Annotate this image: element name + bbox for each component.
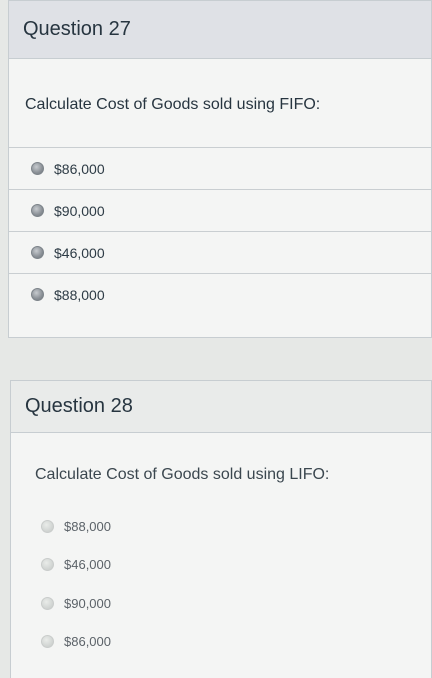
answer-option[interactable]: $86,000 — [11, 623, 431, 662]
answer-label: $46,000 — [54, 244, 105, 261]
question-card-27: Question 27 Calculate Cost of Goods sold… — [8, 0, 432, 338]
radio-button-icon[interactable] — [31, 246, 44, 259]
radio-button-icon[interactable] — [41, 635, 54, 649]
answer-label: $86,000 — [64, 634, 111, 650]
answer-label: $90,000 — [54, 202, 105, 219]
answer-list: $86,000 $90,000 $46,000 $88,000 — [9, 147, 431, 315]
question-title: Question 28 — [25, 395, 133, 417]
radio-button-icon[interactable] — [41, 519, 54, 533]
question-title: Question 27 — [23, 18, 131, 40]
question-prompt: Calculate Cost of Goods sold using LIFO: — [35, 466, 330, 483]
answer-option[interactable]: $46,000 — [9, 231, 431, 273]
answer-label: $88,000 — [64, 518, 111, 534]
answer-label: $46,000 — [64, 557, 111, 573]
answer-label: $86,000 — [54, 160, 105, 177]
radio-button-icon[interactable] — [41, 558, 54, 572]
question-prompt: Calculate Cost of Goods sold using FIFO: — [25, 96, 321, 113]
radio-button-icon[interactable] — [31, 288, 44, 301]
answer-label: $88,000 — [54, 286, 105, 303]
answer-option[interactable]: $90,000 — [9, 189, 431, 231]
answer-option[interactable]: $88,000 — [9, 273, 431, 315]
answer-option[interactable]: $86,000 — [9, 147, 431, 189]
radio-button-icon[interactable] — [41, 596, 54, 610]
answer-list: $88,000 $46,000 $90,000 $86,000 — [11, 507, 431, 661]
radio-button-icon[interactable] — [31, 204, 44, 217]
answer-label: $90,000 — [64, 595, 111, 611]
answer-option[interactable]: $88,000 — [11, 507, 431, 546]
question-header: Question 28 — [11, 381, 431, 433]
question-card-28: Question 28 Calculate Cost of Goods sold… — [10, 380, 432, 678]
answer-option[interactable]: $90,000 — [11, 584, 431, 623]
answer-option[interactable]: $46,000 — [11, 546, 431, 585]
question-header: Question 27 — [9, 1, 431, 59]
radio-button-icon[interactable] — [31, 162, 44, 175]
